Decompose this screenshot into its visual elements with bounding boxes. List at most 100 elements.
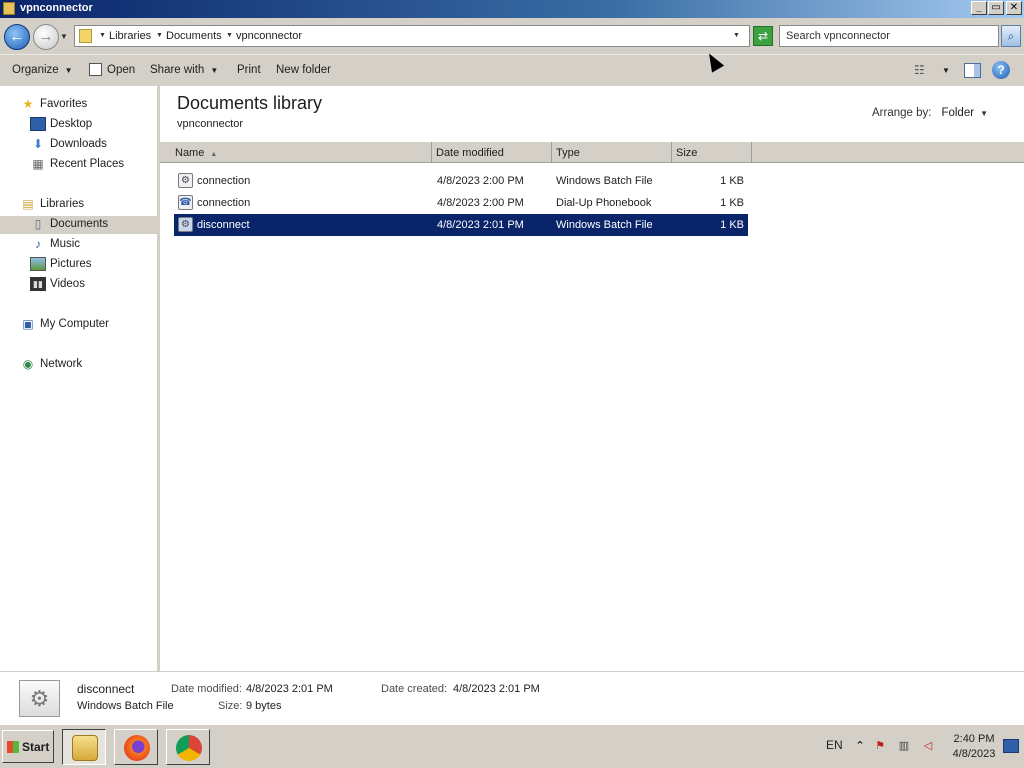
folder-icon xyxy=(72,735,98,761)
computer-icon: ▣ xyxy=(22,317,34,331)
documents-icon: ▯ xyxy=(34,217,42,231)
clock-time: 2:40 PM xyxy=(953,733,995,745)
column-header-name[interactable]: Name ▲ xyxy=(171,142,432,163)
language-indicator[interactable]: EN xyxy=(826,738,843,752)
taskbar-explorer-button[interactable] xyxy=(62,729,106,765)
sidebar-item-label: My Computer xyxy=(40,318,110,330)
sidebar-item-network[interactable]: ◉ Network xyxy=(20,356,157,374)
sidebar-item-label: Recent Places xyxy=(50,158,125,170)
phonebook-icon: ☎ xyxy=(178,195,193,210)
file-name: connection xyxy=(197,175,251,187)
network-status-icon[interactable]: ▥ xyxy=(897,739,911,753)
address-bar[interactable]: ▼ Libraries ▼ Documents ▼ vpnconnector ▼ xyxy=(74,25,750,47)
videos-icon: ▮▮ xyxy=(30,277,46,291)
file-date: 4/8/2023 2:00 PM xyxy=(437,175,524,187)
sidebar-item-label: Videos xyxy=(50,278,85,290)
sidebar-item-music[interactable]: ♪ Music xyxy=(30,236,157,254)
sidebar-item-label: Network xyxy=(40,358,83,370)
file-row-selected[interactable]: ⚙ disconnect 4/8/2023 2:01 PM Windows Ba… xyxy=(174,214,748,236)
chevron-down-icon: ▼ xyxy=(64,66,73,75)
network-icon: ◉ xyxy=(22,357,34,371)
batch-file-icon: ⚙ xyxy=(19,680,60,717)
start-label: Start xyxy=(22,740,50,754)
volume-muted-icon[interactable]: ◁ xyxy=(921,739,935,753)
folder-icon xyxy=(79,29,92,43)
file-row[interactable]: ⚙ connection 4/8/2023 2:00 PM Windows Ba… xyxy=(174,170,748,192)
new-folder-button[interactable]: New folder xyxy=(276,64,331,76)
search-input[interactable]: Search vpnconnector xyxy=(779,25,999,47)
folder-icon xyxy=(3,2,15,15)
title-bar[interactable]: vpnconnector _ ▭ ✕ xyxy=(0,0,1024,18)
file-name: disconnect xyxy=(197,219,250,231)
details-file-type: Windows Batch File xyxy=(77,700,174,712)
sidebar-item-downloads[interactable]: ⬇ Downloads xyxy=(30,136,157,154)
system-clock[interactable]: 2:40 PM 4/8/2023 xyxy=(950,732,998,762)
column-header-date-modified[interactable]: Date modified xyxy=(432,142,552,163)
close-button[interactable]: ✕ xyxy=(1006,1,1022,15)
sidebar-item-desktop[interactable]: Desktop xyxy=(30,116,157,134)
search-icon[interactable]: ⌕ xyxy=(1001,25,1021,47)
file-list-pane: Documents library vpnconnector Arrange b… xyxy=(160,86,1024,671)
file-type: Dial-Up Phonebook xyxy=(556,197,652,209)
taskbar-firefox-button[interactable] xyxy=(114,729,158,765)
details-size-label: Size: xyxy=(218,700,243,712)
arrange-by-value[interactable]: Folder xyxy=(941,107,974,119)
file-row[interactable]: ☎ connection 4/8/2023 2:00 PM Dial-Up Ph… xyxy=(174,192,748,214)
file-size: 1 KB xyxy=(720,175,744,187)
arrange-by[interactable]: Arrange by: Folder ▼ xyxy=(872,107,988,119)
chevron-right-icon[interactable]: ▼ xyxy=(156,32,163,39)
breadcrumb-vpnconnector[interactable]: vpnconnector xyxy=(236,30,302,42)
clock-date: 4/8/2023 xyxy=(952,748,996,760)
back-button[interactable]: ← xyxy=(4,24,30,50)
preview-pane-icon[interactable] xyxy=(964,63,981,78)
organize-menu[interactable]: Organize ▼ xyxy=(12,64,73,76)
file-type: Windows Batch File xyxy=(556,219,653,231)
navigation-pane: ★ Favorites Desktop ⬇ Downloads ▦ Recent… xyxy=(0,86,157,671)
chrome-icon xyxy=(176,735,202,761)
view-options-dropdown[interactable]: ▼ xyxy=(942,66,950,75)
column-header-type[interactable]: Type xyxy=(552,142,672,163)
file-date: 4/8/2023 2:00 PM xyxy=(437,197,524,209)
share-with-menu[interactable]: Share with ▼ xyxy=(150,64,218,76)
star-icon: ★ xyxy=(22,97,34,111)
minimize-button[interactable]: _ xyxy=(971,1,987,15)
desktop-icon xyxy=(30,117,46,131)
chevron-right-icon[interactable]: ▼ xyxy=(99,32,106,39)
address-dropdown-icon[interactable]: ▼ xyxy=(733,32,740,39)
share-with-label: Share with xyxy=(150,64,205,76)
sidebar-item-documents[interactable]: ▯ Documents xyxy=(0,216,157,234)
sidebar-item-recent-places[interactable]: ▦ Recent Places xyxy=(30,156,157,174)
maximize-button[interactable]: ▭ xyxy=(988,1,1004,15)
chevron-down-icon[interactable]: ▼ xyxy=(980,109,988,118)
arrange-by-label: Arrange by: xyxy=(872,107,932,119)
file-date: 4/8/2023 2:01 PM xyxy=(437,219,524,231)
taskbar-chrome-button[interactable] xyxy=(166,729,210,765)
recent-pages-dropdown[interactable]: ▼ xyxy=(60,32,68,41)
refresh-button[interactable]: ⇄ xyxy=(753,26,773,46)
details-date-modified: 4/8/2023 2:01 PM xyxy=(246,683,333,695)
forward-button[interactable]: → xyxy=(33,24,59,50)
page-title: Documents library xyxy=(177,93,323,113)
chevron-right-icon[interactable]: ▼ xyxy=(226,32,233,39)
window-title: vpnconnector xyxy=(20,2,93,14)
sidebar-item-favorites[interactable]: ★ Favorites xyxy=(20,96,157,114)
open-button[interactable]: Open xyxy=(107,64,135,76)
breadcrumb-libraries[interactable]: Libraries xyxy=(109,30,151,42)
sidebar-item-videos[interactable]: ▮▮ Videos xyxy=(30,276,157,294)
sidebar-item-pictures[interactable]: Pictures xyxy=(30,256,157,274)
sidebar-item-label: Pictures xyxy=(50,258,92,270)
sidebar-item-libraries[interactable]: ▤ Libraries xyxy=(20,196,157,214)
breadcrumb-documents[interactable]: Documents xyxy=(166,30,222,42)
change-view-icon[interactable]: ☷ xyxy=(914,64,930,78)
downloads-icon: ⬇ xyxy=(32,137,44,151)
show-hidden-icons-icon[interactable]: ⌃ xyxy=(853,739,867,753)
column-header-size[interactable]: Size xyxy=(672,142,752,163)
sidebar-item-label: Favorites xyxy=(40,98,88,110)
print-button[interactable]: Print xyxy=(237,64,261,76)
sidebar-item-my-computer[interactable]: ▣ My Computer xyxy=(20,316,157,334)
action-center-flag-icon[interactable]: ⚑ xyxy=(873,739,887,753)
open-icon xyxy=(89,63,102,76)
help-icon[interactable]: ? xyxy=(992,61,1010,79)
start-button[interactable]: Start xyxy=(2,730,54,763)
show-desktop-icon[interactable] xyxy=(1003,739,1019,753)
